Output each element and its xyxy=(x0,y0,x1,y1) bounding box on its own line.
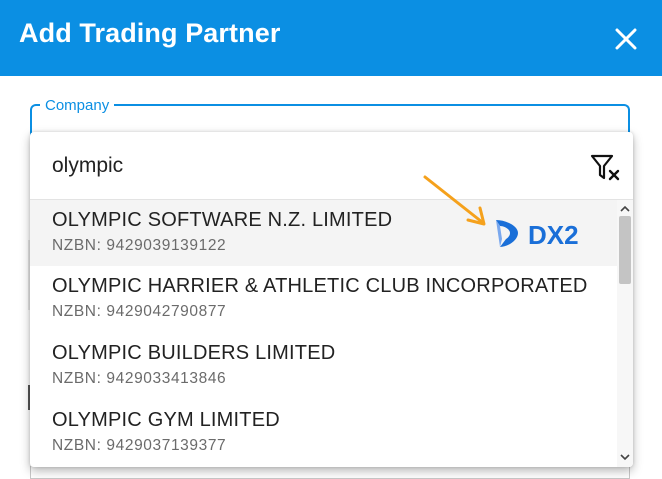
result-nzbn: NZBN: 9429039139122 xyxy=(52,237,227,254)
result-nzbn: NZBN: 9429037139377 xyxy=(52,437,227,454)
scrollbar-thumb[interactable] xyxy=(619,216,631,284)
dx2-logo-text: DX2 xyxy=(528,220,579,249)
result-nzbn: NZBN: 9429033413846 xyxy=(52,370,227,387)
result-name: OLYMPIC SOFTWARE N.Z. LIMITED xyxy=(52,209,393,231)
filter-clear-icon[interactable] xyxy=(590,154,622,182)
result-name: OLYMPIC BUILDERS LIMITED xyxy=(52,342,336,364)
dialog-title: Add Trading Partner xyxy=(19,18,281,48)
result-name: OLYMPIC GYM LIMITED xyxy=(52,409,280,431)
company-label: Company xyxy=(40,97,115,114)
scroll-up-icon[interactable] xyxy=(617,202,633,216)
list-item[interactable]: OLYMPIC BUILDERS LIMITED NZBN: 942903341… xyxy=(30,333,617,399)
company-dropdown: OLYMPIC SOFTWARE N.Z. LIMITED NZBN: 9429… xyxy=(30,132,633,467)
annotation-arrow-icon xyxy=(420,170,490,230)
result-nzbn: NZBN: 9429042790877 xyxy=(52,303,227,320)
dialog-header: Add Trading Partner xyxy=(0,0,662,76)
scrollbar[interactable] xyxy=(617,200,633,467)
dx2-logo: DX2 xyxy=(494,217,589,250)
result-name: OLYMPIC HARRIER & ATHLETIC CLUB INCORPOR… xyxy=(52,275,588,297)
scroll-down-icon[interactable] xyxy=(617,450,633,464)
list-item[interactable]: OLYMPIC GYM LIMITED NZBN: 9429037139377 xyxy=(30,400,617,466)
background-field xyxy=(30,466,630,479)
search-row xyxy=(30,132,633,200)
close-icon[interactable] xyxy=(612,25,640,53)
list-item[interactable]: OLYMPIC HARRIER & ATHLETIC CLUB INCORPOR… xyxy=(30,266,617,332)
